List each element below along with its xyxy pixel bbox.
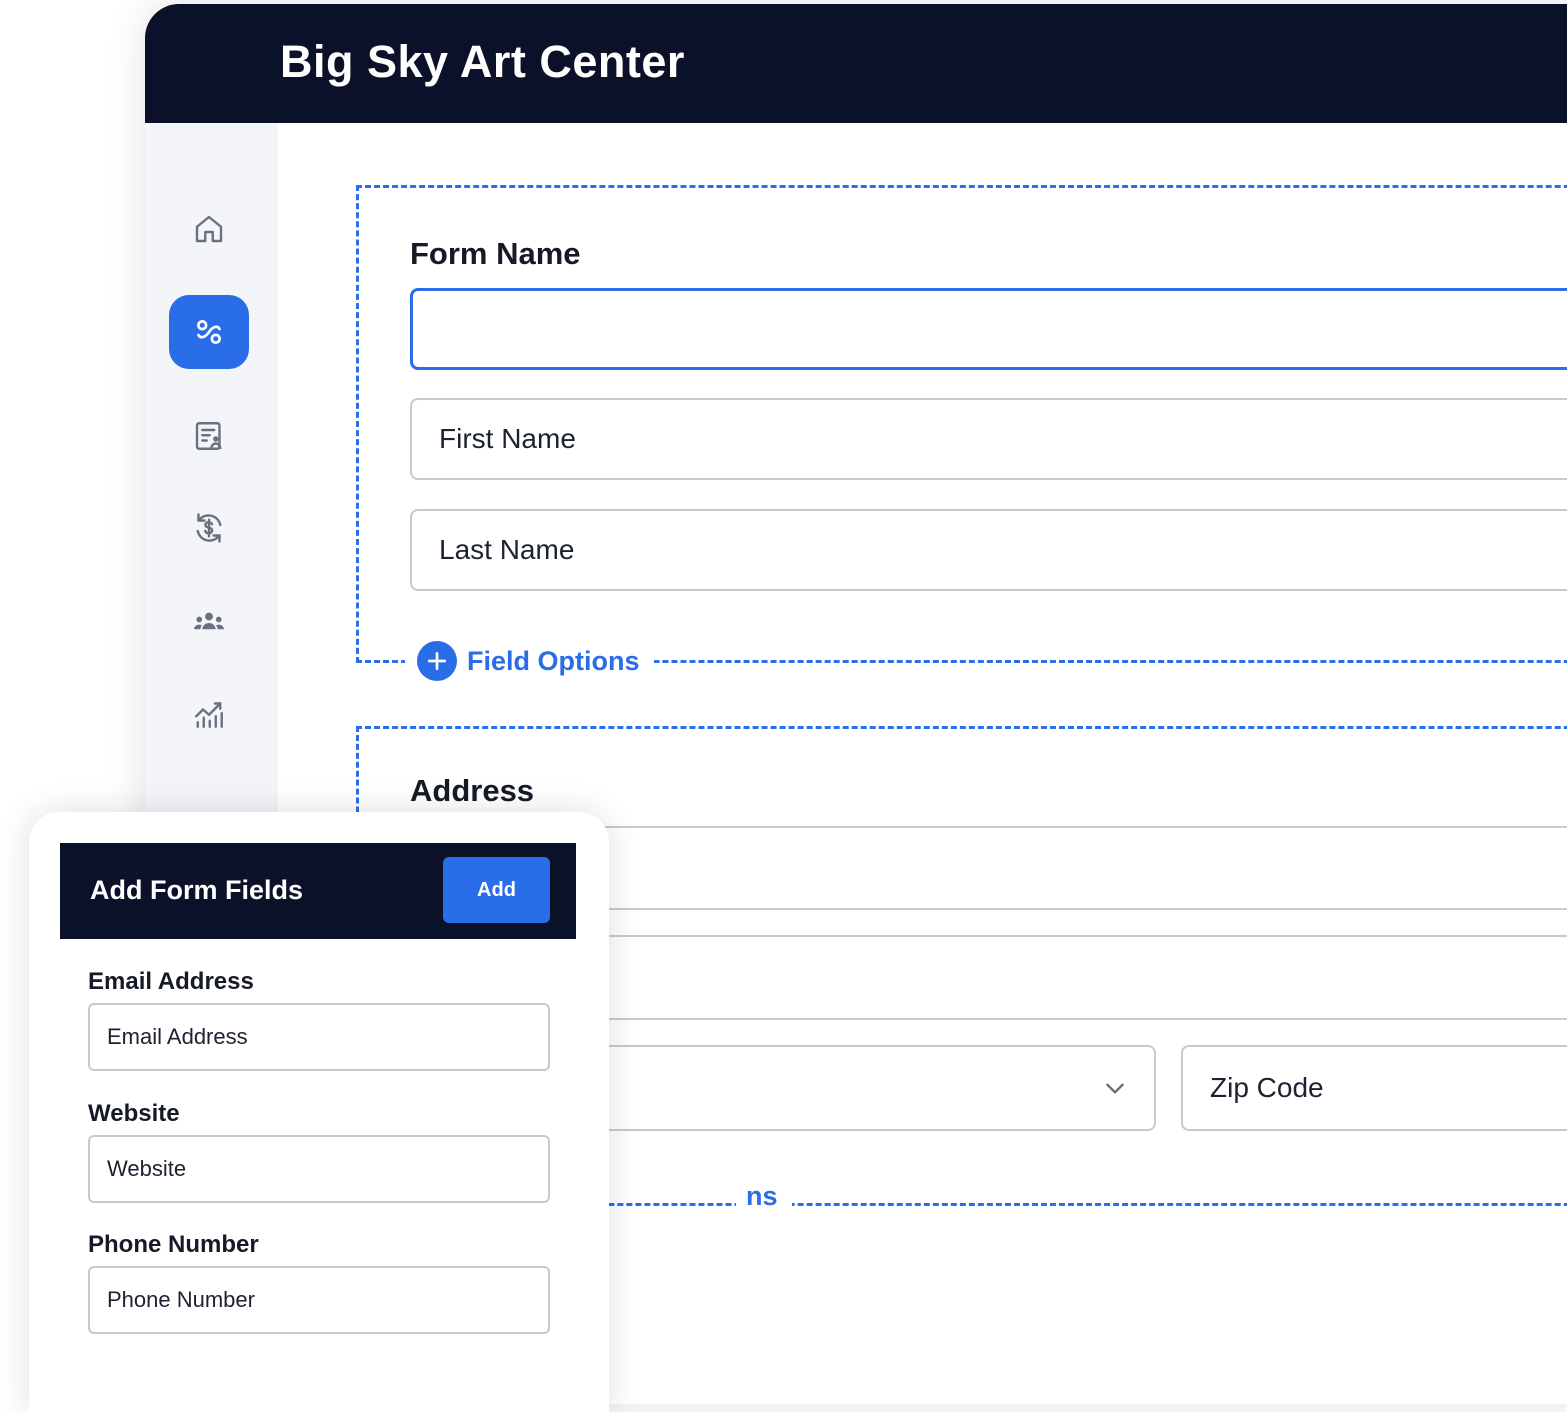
address-field-options-label: ns xyxy=(746,1181,778,1211)
first-name-field[interactable] xyxy=(410,398,1567,480)
field-options-button[interactable]: Field Options xyxy=(405,641,654,681)
phone-number-label: Phone Number xyxy=(88,1231,259,1258)
sidebar-item-form-builder[interactable] xyxy=(169,295,249,369)
field-options-label: Field Options xyxy=(467,645,640,676)
form-builder-icon xyxy=(197,320,221,344)
panel-header: Add Form Fields Add xyxy=(60,843,576,939)
people-icon xyxy=(194,612,224,630)
top-bar: Big Sky Art Center xyxy=(145,4,1567,123)
form-name-input[interactable] xyxy=(410,288,1567,370)
sidebar-item-analytics[interactable] xyxy=(169,677,249,751)
sidebar-item-recurring-payments[interactable] xyxy=(169,491,249,565)
recurring-payment-icon xyxy=(196,513,222,543)
add-button[interactable]: Add xyxy=(443,857,550,923)
address-field-options-button[interactable]: ns xyxy=(736,1181,792,1212)
analytics-icon xyxy=(195,702,223,728)
website-label: Website xyxy=(88,1100,180,1127)
sidebar-item-contacts-form[interactable] xyxy=(169,399,249,473)
last-name-field[interactable] xyxy=(410,509,1567,591)
zip-code-placeholder: Zip Code xyxy=(1210,1072,1324,1103)
panel-title: Add Form Fields xyxy=(90,875,304,905)
sidebar-item-home[interactable] xyxy=(169,192,249,266)
zip-code-field[interactable]: Zip Code xyxy=(1181,1045,1567,1131)
add-form-fields-panel: Add Form Fields Add Email Address Websit… xyxy=(29,812,609,1412)
email-address-label: Email Address xyxy=(88,968,254,995)
sidebar-item-people[interactable] xyxy=(169,584,249,658)
phone-number-input[interactable] xyxy=(88,1266,550,1334)
contact-form-icon xyxy=(195,422,222,450)
app-title: Big Sky Art Center xyxy=(280,36,685,87)
form-name-label: Form Name xyxy=(410,236,581,271)
home-icon xyxy=(195,215,223,243)
address-label: Address xyxy=(410,773,535,808)
chevron-down-icon xyxy=(1106,1083,1124,1094)
email-address-input[interactable] xyxy=(88,1003,550,1071)
website-input[interactable] xyxy=(88,1135,550,1203)
plus-icon xyxy=(417,641,457,681)
